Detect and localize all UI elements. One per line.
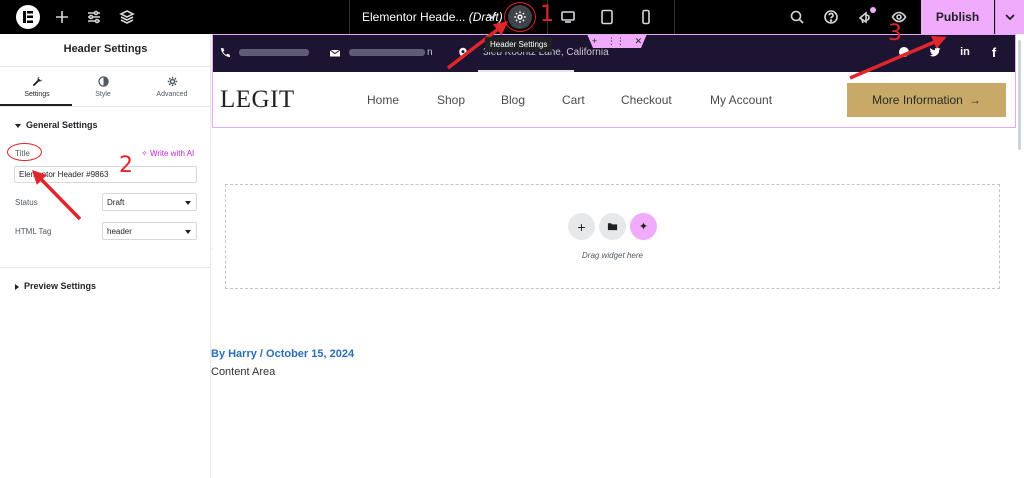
add-template-button[interactable]	[599, 213, 626, 240]
tab-label: Style	[95, 91, 111, 98]
header-selection-frame	[212, 34, 1016, 128]
search-icon[interactable]	[787, 7, 807, 27]
desktop-icon[interactable]	[558, 7, 578, 27]
publish-button[interactable]: Publish	[921, 0, 994, 34]
annotation-number: 3	[888, 21, 902, 46]
add-section-button[interactable]: +	[568, 213, 595, 240]
post-meta[interactable]: By Harry / October 15, 2024	[211, 348, 354, 360]
section-title: General Settings	[26, 120, 98, 130]
sparkle-icon: ✧	[141, 149, 150, 158]
section-preview-settings[interactable]: Preview Settings	[15, 281, 96, 291]
notification-dot	[870, 7, 876, 13]
annotation-number: 2	[119, 153, 133, 178]
tab-settings[interactable]: Settings	[2, 76, 72, 98]
document-title-text: Elementor Heade...	[362, 10, 466, 24]
contrast-icon	[97, 76, 109, 87]
caret-right-icon	[15, 283, 19, 290]
ai-generate-button[interactable]: ✦	[630, 213, 657, 240]
layers-icon[interactable]	[117, 7, 137, 27]
title-input[interactable]	[14, 166, 197, 183]
write-with-ai-label: Write with AI	[149, 149, 195, 158]
tooltip: Header Settings	[485, 37, 553, 52]
gear-icon	[167, 76, 177, 87]
html-tag-value: header	[107, 227, 132, 236]
panel-title: Header Settings	[63, 43, 148, 55]
tablet-icon[interactable]	[597, 7, 617, 27]
publish-options-button[interactable]	[995, 0, 1024, 34]
divider	[0, 267, 211, 268]
divider	[0, 106, 211, 107]
caret-down-icon	[15, 123, 21, 128]
tab-style[interactable]: Style	[68, 76, 138, 98]
folder-icon	[607, 223, 618, 231]
write-with-ai-link[interactable]: ✧ Write with AI	[141, 149, 194, 158]
annotation-circle	[504, 2, 536, 32]
topbar-divider	[674, 0, 675, 34]
help-icon[interactable]	[821, 7, 841, 27]
drag-widget-hint: Drag widget here	[0, 251, 1024, 260]
status-select[interactable]: Draft	[102, 193, 197, 211]
content-area-text: Content Area	[211, 366, 276, 378]
status-label: Status	[15, 198, 38, 207]
chevron-down-icon[interactable]	[485, 9, 499, 23]
html-tag-select[interactable]: header	[102, 222, 197, 240]
topbar-divider	[349, 0, 350, 34]
wrench-icon	[32, 76, 42, 86]
html-tag-label: HTML Tag	[15, 227, 52, 236]
annotation-number: 1	[540, 2, 554, 27]
add-icon[interactable]	[52, 7, 72, 27]
tab-label: Settings	[24, 91, 50, 98]
editor-topbar: Elementor Heade... (Draft) Publish	[0, 0, 1024, 34]
chevron-down-icon	[1005, 14, 1015, 21]
drag-widget-hint-text: Drag widget here	[582, 251, 643, 260]
document-title[interactable]: Elementor Heade... (Draft)	[362, 10, 503, 24]
mobile-icon[interactable]	[636, 7, 656, 27]
annotation-circle	[7, 143, 42, 161]
tab-advanced[interactable]: Advanced	[137, 76, 207, 98]
section-general-settings[interactable]: General Settings	[15, 120, 98, 130]
tab-label: Advanced	[156, 91, 188, 98]
section-title: Preview Settings	[24, 281, 97, 291]
sliders-icon[interactable]	[84, 7, 104, 27]
elementor-logo-icon[interactable]	[16, 5, 40, 29]
status-value: Draft	[107, 198, 125, 207]
canvas-scrollbar[interactable]	[1018, 40, 1021, 150]
sparkle-icon: ✦	[638, 221, 649, 233]
divider	[0, 66, 211, 67]
